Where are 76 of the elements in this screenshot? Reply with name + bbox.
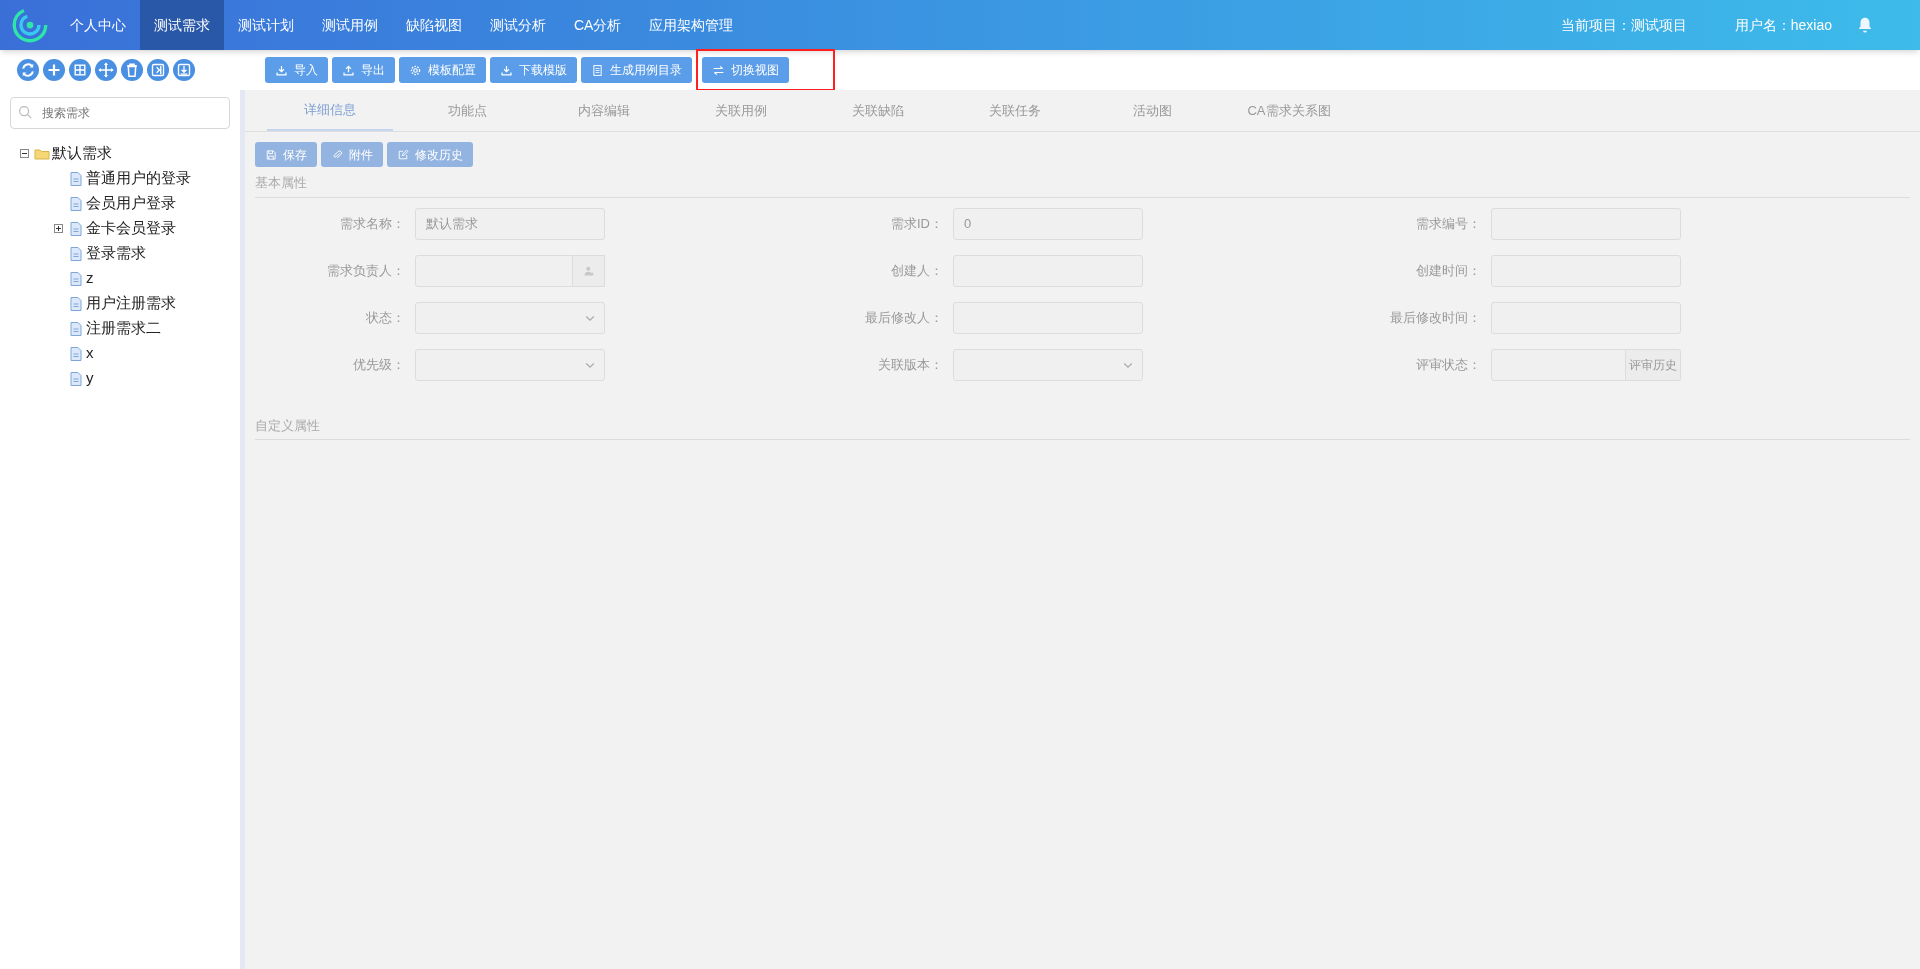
tree-item[interactable]: 会员用户登录 xyxy=(86,192,176,215)
collapse-icon[interactable] xyxy=(147,59,169,81)
tree-item[interactable]: y xyxy=(86,367,94,390)
tree-item[interactable]: 注册需求二 xyxy=(86,317,161,340)
field-label: 关联版本： xyxy=(878,355,943,374)
field-label: 需求ID： xyxy=(891,214,943,233)
download-icon xyxy=(500,63,513,77)
tree-item[interactable]: x xyxy=(86,342,94,365)
section-title: 自定义属性 xyxy=(255,415,1910,440)
user-icon xyxy=(582,264,595,277)
tree-item[interactable]: 默认需求 xyxy=(52,142,112,165)
logo-icon xyxy=(12,7,48,43)
field-label: 优先级： xyxy=(353,355,405,374)
dropdown[interactable] xyxy=(953,348,1143,381)
field-label: 评审状态： xyxy=(1416,355,1481,374)
toolbar-button[interactable]: 导入 xyxy=(265,57,328,83)
dropdown[interactable] xyxy=(415,301,605,334)
document-icon xyxy=(68,320,84,337)
delete-icon[interactable] xyxy=(121,59,143,81)
document-icon xyxy=(591,63,604,77)
collapse-toggle-icon[interactable] xyxy=(20,149,29,158)
document-icon xyxy=(68,245,84,262)
tree-item[interactable]: 金卡会员登录 xyxy=(86,217,176,240)
save-icon xyxy=(265,148,277,161)
tree-item[interactable]: 用户注册需求 xyxy=(86,292,176,315)
tree-item[interactable]: z xyxy=(86,267,94,290)
nav-tab[interactable]: 应用架构管理 xyxy=(635,0,748,50)
nav-tab[interactable]: 测试用例 xyxy=(308,0,392,50)
move-icon[interactable] xyxy=(95,59,117,81)
settings-icon xyxy=(409,63,422,77)
toolbar-button[interactable]: 模板配置 xyxy=(399,57,486,83)
document-icon xyxy=(68,370,84,387)
current-project: 当前项目：测试项目 xyxy=(1560,15,1687,35)
import-icon[interactable] xyxy=(173,59,195,81)
nav-tab[interactable]: 个人中心 xyxy=(56,0,140,50)
document-icon xyxy=(68,295,84,312)
dropdown[interactable] xyxy=(415,348,605,381)
add-icon[interactable] xyxy=(43,59,65,81)
tree-item[interactable]: 登录需求 xyxy=(86,242,146,265)
field-label: 最后修改时间： xyxy=(1390,308,1481,327)
field-label: 需求负责人： xyxy=(327,261,405,280)
field-label: 创建人： xyxy=(891,261,943,280)
tree-item[interactable]: 普通用户的登录 xyxy=(86,167,191,190)
nav-tab[interactable]: 测试需求 xyxy=(140,0,224,50)
document-icon xyxy=(68,270,84,287)
document-icon xyxy=(68,220,84,237)
username: 用户名：hexiao xyxy=(1734,15,1832,35)
toolbar-button[interactable]: 切换视图 xyxy=(702,57,789,83)
bell-icon xyxy=(1856,16,1874,34)
nav-tab[interactable]: CA分析 xyxy=(560,0,636,50)
field-label: 创建时间： xyxy=(1416,261,1481,280)
expand-toggle-icon[interactable] xyxy=(54,224,63,233)
document-icon xyxy=(68,195,84,212)
download-icon xyxy=(275,63,288,77)
field-label: 需求编号： xyxy=(1416,214,1481,233)
refresh-icon[interactable] xyxy=(17,59,39,81)
document-icon xyxy=(68,345,84,362)
upload-icon xyxy=(342,63,355,77)
field-label: 需求名称： xyxy=(340,214,405,233)
field-label: 状态： xyxy=(366,308,405,327)
search-icon xyxy=(18,105,33,120)
nav-tab[interactable]: 测试计划 xyxy=(224,0,308,50)
paperclip-icon xyxy=(331,148,343,161)
field-label: 最后修改人： xyxy=(865,308,943,327)
edit-icon xyxy=(397,148,409,161)
nav-tab[interactable]: 缺陷视图 xyxy=(392,0,476,50)
document-icon xyxy=(68,170,84,187)
toolbar-button[interactable]: 生成用例目录 xyxy=(581,57,692,83)
toolbar-button[interactable]: 下载模版 xyxy=(490,57,577,83)
expand-icon[interactable] xyxy=(69,59,91,81)
swap-arrows-icon xyxy=(712,63,725,77)
search-field[interactable]: 搜索需求 xyxy=(10,97,230,129)
section-title: 基本属性 xyxy=(255,173,1910,198)
toolbar-button[interactable]: 导出 xyxy=(332,57,395,83)
nav-tab[interactable]: 测试分析 xyxy=(476,0,560,50)
user-picker-button[interactable] xyxy=(573,254,605,287)
